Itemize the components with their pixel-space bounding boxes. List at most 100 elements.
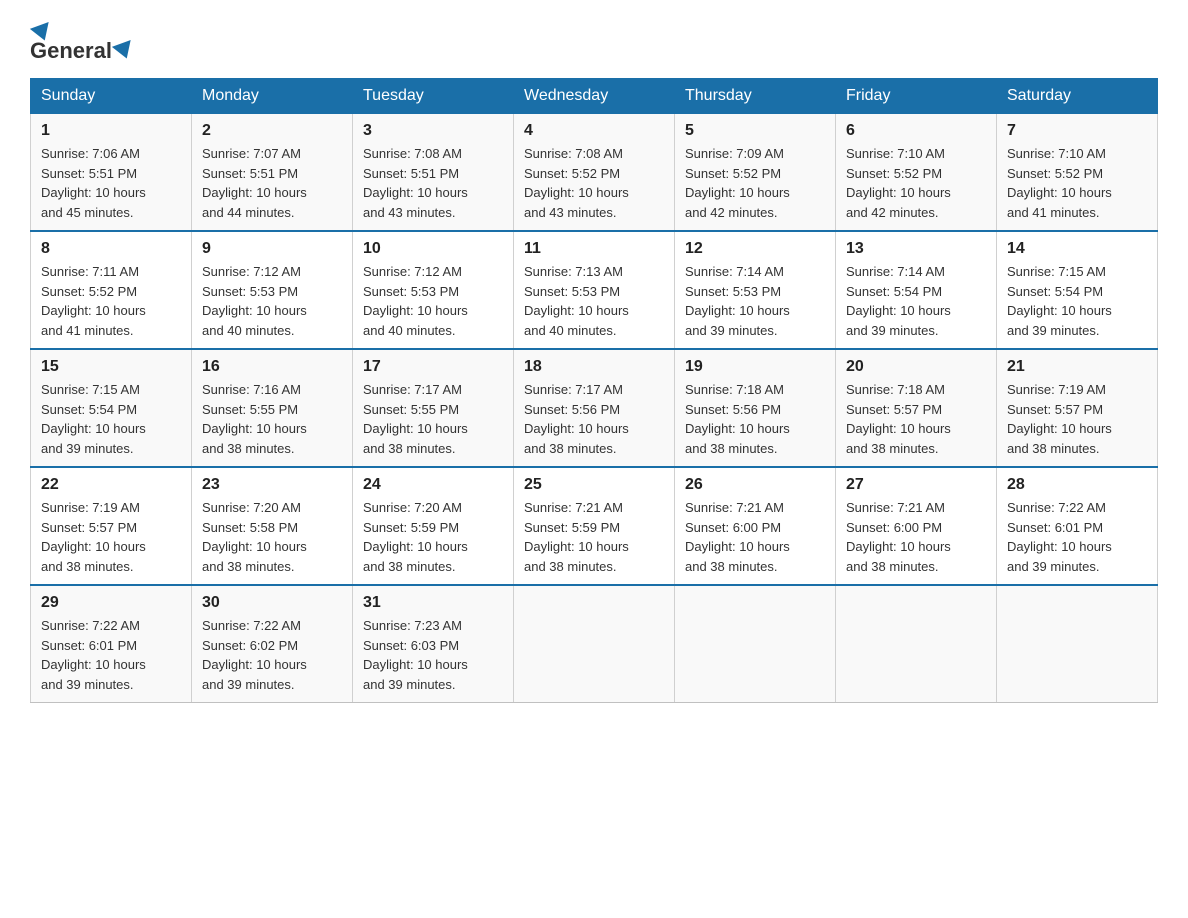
calendar-day-cell bbox=[675, 585, 836, 703]
day-detail: Sunrise: 7:19 AMSunset: 5:57 PMDaylight:… bbox=[41, 500, 146, 574]
day-number: 26 bbox=[685, 476, 825, 494]
day-detail: Sunrise: 7:22 AMSunset: 6:02 PMDaylight:… bbox=[202, 618, 307, 692]
calendar-day-cell: 20 Sunrise: 7:18 AMSunset: 5:57 PMDaylig… bbox=[836, 349, 997, 467]
calendar-day-cell: 27 Sunrise: 7:21 AMSunset: 6:00 PMDaylig… bbox=[836, 467, 997, 585]
calendar-day-cell: 30 Sunrise: 7:22 AMSunset: 6:02 PMDaylig… bbox=[192, 585, 353, 703]
calendar-day-cell: 5 Sunrise: 7:09 AMSunset: 5:52 PMDayligh… bbox=[675, 114, 836, 232]
day-detail: Sunrise: 7:09 AMSunset: 5:52 PMDaylight:… bbox=[685, 146, 790, 220]
day-detail: Sunrise: 7:22 AMSunset: 6:01 PMDaylight:… bbox=[41, 618, 146, 692]
page-header: General bbox=[30, 20, 1158, 60]
calendar-day-cell: 12 Sunrise: 7:14 AMSunset: 5:53 PMDaylig… bbox=[675, 231, 836, 349]
day-number: 24 bbox=[363, 476, 503, 494]
day-detail: Sunrise: 7:18 AMSunset: 5:57 PMDaylight:… bbox=[846, 382, 951, 456]
calendar-day-cell: 2 Sunrise: 7:07 AMSunset: 5:51 PMDayligh… bbox=[192, 114, 353, 232]
day-detail: Sunrise: 7:15 AMSunset: 5:54 PMDaylight:… bbox=[41, 382, 146, 456]
logo-general-text2: General bbox=[30, 38, 112, 64]
day-number: 29 bbox=[41, 594, 181, 612]
day-number: 5 bbox=[685, 122, 825, 140]
day-detail: Sunrise: 7:17 AMSunset: 5:56 PMDaylight:… bbox=[524, 382, 629, 456]
day-number: 20 bbox=[846, 358, 986, 376]
weekday-header-friday: Friday bbox=[836, 79, 997, 114]
day-detail: Sunrise: 7:13 AMSunset: 5:53 PMDaylight:… bbox=[524, 264, 629, 338]
day-detail: Sunrise: 7:23 AMSunset: 6:03 PMDaylight:… bbox=[363, 618, 468, 692]
day-detail: Sunrise: 7:21 AMSunset: 5:59 PMDaylight:… bbox=[524, 500, 629, 574]
calendar-day-cell: 3 Sunrise: 7:08 AMSunset: 5:51 PMDayligh… bbox=[353, 114, 514, 232]
day-number: 21 bbox=[1007, 358, 1147, 376]
day-detail: Sunrise: 7:06 AMSunset: 5:51 PMDaylight:… bbox=[41, 146, 146, 220]
day-number: 10 bbox=[363, 240, 503, 258]
calendar-week-row: 8 Sunrise: 7:11 AMSunset: 5:52 PMDayligh… bbox=[31, 231, 1158, 349]
calendar-day-cell: 26 Sunrise: 7:21 AMSunset: 6:00 PMDaylig… bbox=[675, 467, 836, 585]
day-number: 2 bbox=[202, 122, 342, 140]
day-detail: Sunrise: 7:08 AMSunset: 5:51 PMDaylight:… bbox=[363, 146, 468, 220]
calendar-day-cell: 22 Sunrise: 7:19 AMSunset: 5:57 PMDaylig… bbox=[31, 467, 192, 585]
day-detail: Sunrise: 7:21 AMSunset: 6:00 PMDaylight:… bbox=[846, 500, 951, 574]
day-detail: Sunrise: 7:10 AMSunset: 5:52 PMDaylight:… bbox=[846, 146, 951, 220]
calendar-day-cell: 18 Sunrise: 7:17 AMSunset: 5:56 PMDaylig… bbox=[514, 349, 675, 467]
day-detail: Sunrise: 7:10 AMSunset: 5:52 PMDaylight:… bbox=[1007, 146, 1112, 220]
day-number: 27 bbox=[846, 476, 986, 494]
logo: General bbox=[30, 20, 136, 60]
calendar-day-cell: 9 Sunrise: 7:12 AMSunset: 5:53 PMDayligh… bbox=[192, 231, 353, 349]
day-number: 13 bbox=[846, 240, 986, 258]
day-detail: Sunrise: 7:22 AMSunset: 6:01 PMDaylight:… bbox=[1007, 500, 1112, 574]
day-detail: Sunrise: 7:14 AMSunset: 5:53 PMDaylight:… bbox=[685, 264, 790, 338]
day-number: 4 bbox=[524, 122, 664, 140]
calendar-day-cell: 1 Sunrise: 7:06 AMSunset: 5:51 PMDayligh… bbox=[31, 114, 192, 232]
calendar-day-cell: 16 Sunrise: 7:16 AMSunset: 5:55 PMDaylig… bbox=[192, 349, 353, 467]
day-number: 14 bbox=[1007, 240, 1147, 258]
day-detail: Sunrise: 7:07 AMSunset: 5:51 PMDaylight:… bbox=[202, 146, 307, 220]
day-number: 7 bbox=[1007, 122, 1147, 140]
day-number: 8 bbox=[41, 240, 181, 258]
day-detail: Sunrise: 7:20 AMSunset: 5:58 PMDaylight:… bbox=[202, 500, 307, 574]
day-number: 12 bbox=[685, 240, 825, 258]
day-detail: Sunrise: 7:19 AMSunset: 5:57 PMDaylight:… bbox=[1007, 382, 1112, 456]
calendar-day-cell: 14 Sunrise: 7:15 AMSunset: 5:54 PMDaylig… bbox=[997, 231, 1158, 349]
weekday-header-tuesday: Tuesday bbox=[353, 79, 514, 114]
day-detail: Sunrise: 7:17 AMSunset: 5:55 PMDaylight:… bbox=[363, 382, 468, 456]
weekday-header-thursday: Thursday bbox=[675, 79, 836, 114]
day-detail: Sunrise: 7:20 AMSunset: 5:59 PMDaylight:… bbox=[363, 500, 468, 574]
weekday-header-row: SundayMondayTuesdayWednesdayThursdayFrid… bbox=[31, 79, 1158, 114]
calendar-day-cell bbox=[836, 585, 997, 703]
calendar-day-cell: 7 Sunrise: 7:10 AMSunset: 5:52 PMDayligh… bbox=[997, 114, 1158, 232]
calendar-day-cell: 23 Sunrise: 7:20 AMSunset: 5:58 PMDaylig… bbox=[192, 467, 353, 585]
day-detail: Sunrise: 7:18 AMSunset: 5:56 PMDaylight:… bbox=[685, 382, 790, 456]
day-number: 19 bbox=[685, 358, 825, 376]
calendar-day-cell: 28 Sunrise: 7:22 AMSunset: 6:01 PMDaylig… bbox=[997, 467, 1158, 585]
calendar-week-row: 15 Sunrise: 7:15 AMSunset: 5:54 PMDaylig… bbox=[31, 349, 1158, 467]
calendar-week-row: 29 Sunrise: 7:22 AMSunset: 6:01 PMDaylig… bbox=[31, 585, 1158, 703]
calendar-day-cell: 15 Sunrise: 7:15 AMSunset: 5:54 PMDaylig… bbox=[31, 349, 192, 467]
calendar-day-cell: 13 Sunrise: 7:14 AMSunset: 5:54 PMDaylig… bbox=[836, 231, 997, 349]
day-detail: Sunrise: 7:12 AMSunset: 5:53 PMDaylight:… bbox=[202, 264, 307, 338]
calendar-day-cell: 21 Sunrise: 7:19 AMSunset: 5:57 PMDaylig… bbox=[997, 349, 1158, 467]
calendar-day-cell: 25 Sunrise: 7:21 AMSunset: 5:59 PMDaylig… bbox=[514, 467, 675, 585]
weekday-header-monday: Monday bbox=[192, 79, 353, 114]
calendar-week-row: 1 Sunrise: 7:06 AMSunset: 5:51 PMDayligh… bbox=[31, 114, 1158, 232]
weekday-header-sunday: Sunday bbox=[31, 79, 192, 114]
day-number: 18 bbox=[524, 358, 664, 376]
day-detail: Sunrise: 7:16 AMSunset: 5:55 PMDaylight:… bbox=[202, 382, 307, 456]
day-number: 25 bbox=[524, 476, 664, 494]
calendar-day-cell: 6 Sunrise: 7:10 AMSunset: 5:52 PMDayligh… bbox=[836, 114, 997, 232]
day-number: 9 bbox=[202, 240, 342, 258]
calendar-day-cell: 10 Sunrise: 7:12 AMSunset: 5:53 PMDaylig… bbox=[353, 231, 514, 349]
day-number: 28 bbox=[1007, 476, 1147, 494]
day-number: 3 bbox=[363, 122, 503, 140]
day-number: 11 bbox=[524, 240, 664, 258]
calendar-day-cell: 19 Sunrise: 7:18 AMSunset: 5:56 PMDaylig… bbox=[675, 349, 836, 467]
logo-icon bbox=[112, 40, 136, 62]
day-number: 16 bbox=[202, 358, 342, 376]
weekday-header-wednesday: Wednesday bbox=[514, 79, 675, 114]
calendar-day-cell bbox=[997, 585, 1158, 703]
day-number: 17 bbox=[363, 358, 503, 376]
day-number: 23 bbox=[202, 476, 342, 494]
day-number: 31 bbox=[363, 594, 503, 612]
day-detail: Sunrise: 7:14 AMSunset: 5:54 PMDaylight:… bbox=[846, 264, 951, 338]
day-detail: Sunrise: 7:08 AMSunset: 5:52 PMDaylight:… bbox=[524, 146, 629, 220]
calendar-day-cell: 4 Sunrise: 7:08 AMSunset: 5:52 PMDayligh… bbox=[514, 114, 675, 232]
day-detail: Sunrise: 7:21 AMSunset: 6:00 PMDaylight:… bbox=[685, 500, 790, 574]
day-number: 1 bbox=[41, 122, 181, 140]
day-detail: Sunrise: 7:11 AMSunset: 5:52 PMDaylight:… bbox=[41, 264, 146, 338]
weekday-header-saturday: Saturday bbox=[997, 79, 1158, 114]
